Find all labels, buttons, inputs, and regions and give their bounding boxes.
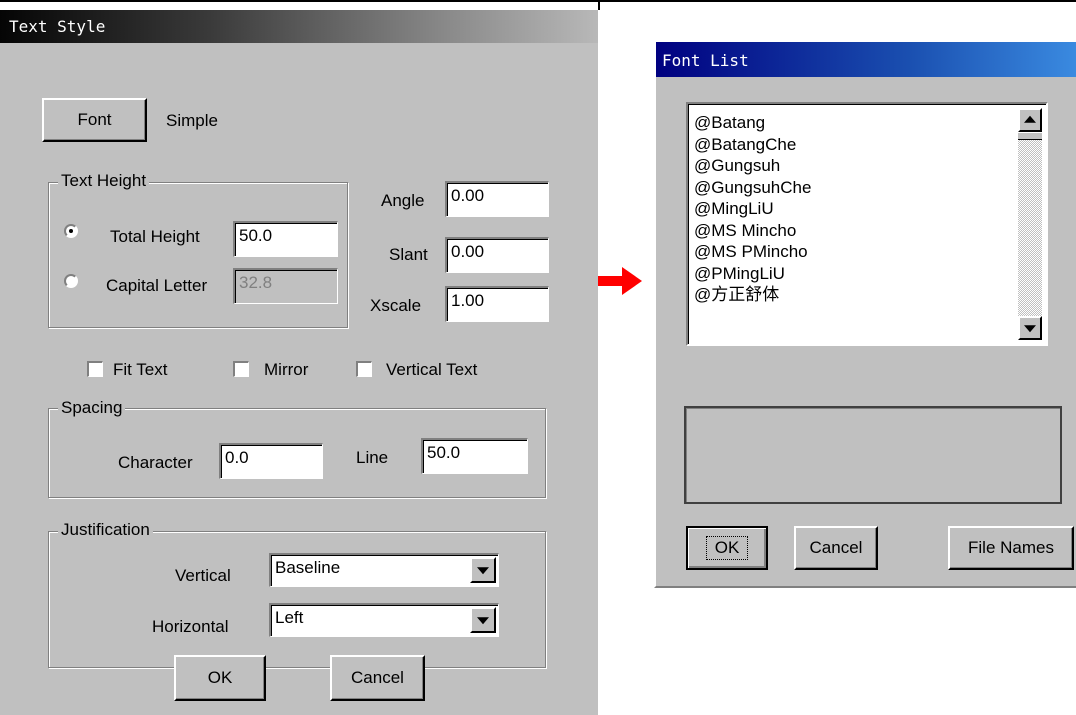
angle-label: Angle <box>381 191 425 210</box>
file-names-button[interactable]: File Names <box>948 526 1074 570</box>
font-list-title: Font List <box>662 51 749 70</box>
font-list-item[interactable]: @GungsuhChe <box>694 177 811 199</box>
font-button[interactable]: Font <box>42 98 147 142</box>
arrow-down-icon <box>1024 325 1036 333</box>
font-preview-area <box>684 406 1062 504</box>
fit-text-checkbox[interactable] <box>87 361 103 377</box>
vertical-label: Vertical <box>175 566 231 585</box>
font-list-item[interactable]: @Gungsuh <box>694 155 811 177</box>
line-input[interactable]: 50.0 <box>421 438 528 474</box>
capital-letter-radio[interactable] <box>64 274 78 288</box>
red-arrow-icon <box>598 276 624 286</box>
font-list-item[interactable]: @BatangChe <box>694 134 811 156</box>
xscale-input[interactable]: 1.00 <box>445 286 549 322</box>
character-input[interactable]: 0.0 <box>219 443 323 479</box>
text-height-legend: Text Height <box>58 171 150 191</box>
total-height-radio[interactable] <box>64 224 78 238</box>
arrow-up-icon <box>1024 115 1036 123</box>
font-list-item[interactable]: @MingLiU <box>694 198 811 220</box>
justification-group <box>48 531 546 668</box>
capital-letter-label: Capital Letter <box>106 276 208 295</box>
font-list-dialog: Font List @Batang @BatangChe @Gungsuh @Gung… <box>654 42 1076 588</box>
font-list-item[interactable]: @MS PMincho <box>694 241 811 263</box>
font-name-label: Simple <box>166 111 218 130</box>
font-list-cancel-button[interactable]: Cancel <box>794 526 878 570</box>
slant-input[interactable]: 0.00 <box>445 237 549 273</box>
vertical-dropdown-button[interactable] <box>470 557 496 583</box>
top-border-line <box>0 0 1076 2</box>
vertical-text-checkbox[interactable] <box>356 361 372 377</box>
focus-ring: OK <box>705 536 749 560</box>
scroll-down-button[interactable] <box>1018 316 1042 340</box>
font-listbox[interactable]: @Batang @BatangChe @Gungsuh @GungsuhChe @Min… <box>686 102 1048 346</box>
justification-legend: Justification <box>58 520 153 540</box>
vertical-text-label: Vertical Text <box>386 360 478 379</box>
font-list-item[interactable]: @方正舒体 <box>694 284 811 306</box>
angle-input[interactable]: 0.00 <box>445 181 549 217</box>
total-height-label: Total Height <box>110 227 200 246</box>
text-style-ok-button[interactable]: OK <box>174 655 266 701</box>
font-list-item[interactable]: @Batang <box>694 112 811 134</box>
text-style-dialog: Text Style Font Simple Text Height Total… <box>0 10 598 715</box>
font-list-item[interactable]: @MS Mincho <box>694 220 811 242</box>
character-label: Character <box>118 453 193 472</box>
font-list-item[interactable]: @PMingLiU <box>694 263 811 285</box>
mirror-checkbox[interactable] <box>233 361 249 377</box>
spacing-legend: Spacing <box>58 398 126 418</box>
vertical-select-value: Baseline <box>275 558 341 577</box>
divider-line <box>598 0 600 10</box>
vertical-select[interactable]: Baseline <box>269 553 499 587</box>
font-list-scrollbar[interactable] <box>1018 108 1042 340</box>
text-style-title: Text Style <box>9 17 106 36</box>
horizontal-dropdown-button[interactable] <box>470 607 496 633</box>
chevron-down-icon <box>477 617 489 625</box>
horizontal-select[interactable]: Left <box>269 603 499 637</box>
fit-text-label: Fit Text <box>113 360 168 379</box>
capital-letter-input[interactable]: 32.8 <box>233 268 338 304</box>
line-label: Line <box>356 448 389 467</box>
horizontal-label: Horizontal <box>152 617 229 636</box>
slant-label: Slant <box>389 245 428 264</box>
chevron-down-icon <box>477 567 489 575</box>
font-list-title-bar[interactable]: Font List <box>656 42 1076 77</box>
horizontal-select-value: Left <box>275 608 304 627</box>
text-style-cancel-button[interactable]: Cancel <box>330 655 425 701</box>
scroll-thumb[interactable] <box>1018 132 1042 140</box>
font-list-ok-button[interactable]: OK <box>686 526 768 570</box>
red-arrow-head-icon <box>622 267 642 295</box>
font-list-items: @Batang @BatangChe @Gungsuh @GungsuhChe @Min… <box>694 112 811 306</box>
scroll-up-button[interactable] <box>1018 108 1042 132</box>
total-height-input[interactable]: 50.0 <box>233 221 338 257</box>
mirror-label: Mirror <box>264 360 309 379</box>
text-style-title-bar[interactable]: Text Style <box>0 10 598 43</box>
xscale-label: Xscale <box>370 296 422 315</box>
